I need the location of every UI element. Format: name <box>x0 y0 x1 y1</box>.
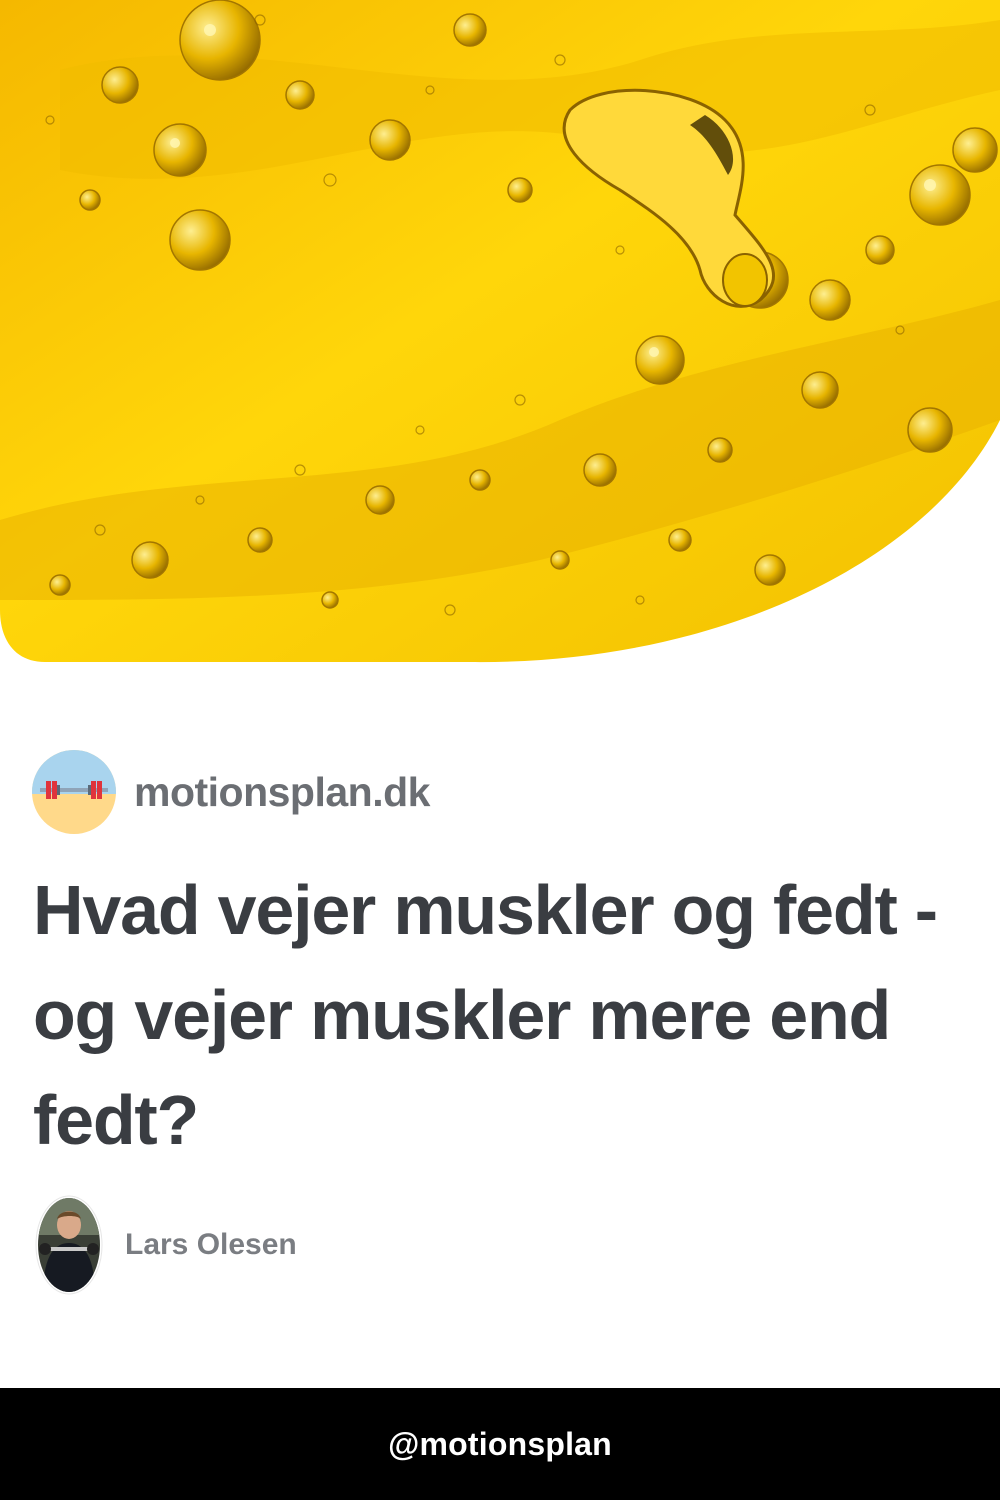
article-title[interactable]: Hvad vejer muskler og fedt - og vejer mu… <box>33 858 953 1173</box>
author-byline: Lars Olesen <box>35 1193 297 1297</box>
site-logo[interactable] <box>32 750 116 834</box>
social-handle[interactable]: @motionsplan <box>388 1426 612 1463</box>
site-name[interactable]: motionsplan.dk <box>134 769 430 816</box>
page: motionsplan.dk Hvad vejer muskler og fed… <box>0 0 1000 1500</box>
site-header: motionsplan.dk <box>32 750 430 834</box>
author-name[interactable]: Lars Olesen <box>125 1228 297 1262</box>
barbell-icon <box>32 750 116 834</box>
hero-image <box>0 0 1000 665</box>
author-avatar[interactable] <box>35 1195 103 1295</box>
footer-bar: @motionsplan <box>0 1388 1000 1500</box>
